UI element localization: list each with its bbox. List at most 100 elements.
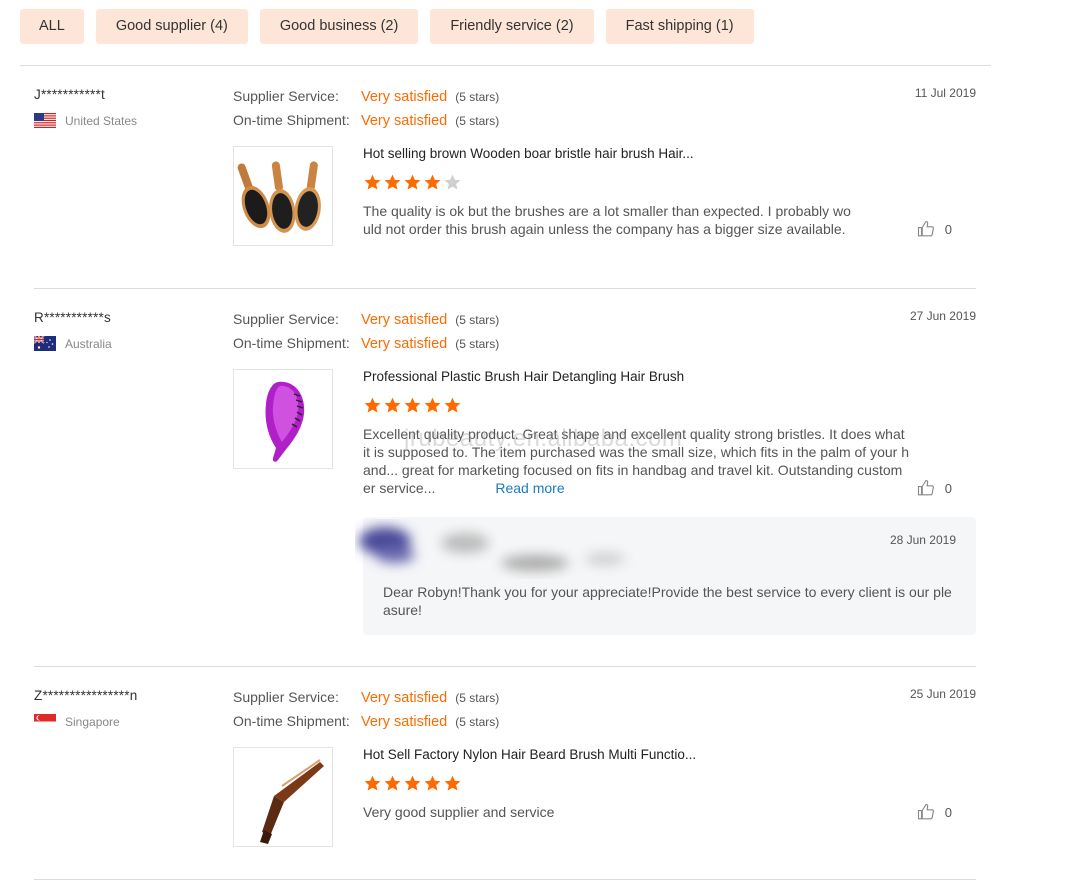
star-filled-icon — [404, 174, 421, 190]
review-text-line: and... great for marketing focused on fi… — [363, 462, 903, 478]
reviewer-name: J***********t — [34, 87, 105, 102]
blurred-supplier-avatar — [359, 527, 625, 571]
rating-value: Very satisfied — [361, 714, 448, 730]
review-text-line: Excellent quality product. Great shape a… — [363, 426, 905, 442]
product-title[interactable]: Hot Sell Factory Nylon Hair Beard Brush … — [363, 747, 696, 762]
rating-stars-text: (5 stars) — [455, 114, 500, 128]
rating-label: On-time Shipment: — [233, 112, 350, 128]
rating-stars-text: (5 stars) — [455, 313, 500, 327]
star-filled-icon — [424, 397, 441, 413]
product-thumbnail[interactable] — [233, 369, 333, 469]
star-filled-icon — [444, 775, 461, 791]
product-thumbnail[interactable] — [233, 747, 333, 847]
rating-label: On-time Shipment: — [233, 335, 350, 351]
review-date: 27 Jun 2019 — [909, 309, 976, 323]
rating-stars-text: (5 stars) — [455, 337, 500, 351]
rating-label: On-time Shipment: — [233, 713, 350, 729]
like-count: 0 — [944, 221, 952, 237]
review-date: 11 Jul 2019 — [914, 86, 976, 100]
read-more-link[interactable]: Read more — [495, 480, 564, 496]
star-filled-icon — [424, 775, 441, 791]
star-filled-icon — [384, 775, 401, 791]
thumbs-up-icon — [917, 803, 934, 820]
supplier-reply: 28 Jun 2019 Dear Robyn!Thank you for you… — [359, 517, 976, 635]
reviewer-country: Australia — [34, 336, 112, 351]
review-text: Very good supplier and service — [363, 803, 923, 821]
country-name: United States — [65, 113, 138, 128]
review-text: The quality is ok but the brushes are a … — [363, 202, 923, 238]
review-text: Excellent quality product. Great shape a… — [363, 425, 923, 497]
rating-value: Very satisfied — [361, 336, 448, 352]
filter-good-supplier[interactable]: Good supplier (4) — [95, 9, 248, 44]
reply-text-line: asure! — [383, 602, 422, 618]
rating-label: Supplier Service: — [233, 311, 339, 327]
product-rating-stars — [363, 173, 462, 192]
star-filled-icon — [444, 397, 461, 413]
reviewer-name: Z****************n — [34, 688, 138, 703]
reply-date: 28 Jun 2019 — [889, 533, 956, 547]
like-button[interactable]: 0 — [917, 220, 952, 238]
divider — [20, 65, 991, 66]
rating-label: Supplier Service: — [233, 88, 339, 104]
reviewer-name: R***********s — [34, 310, 111, 325]
filter-friendly-service[interactable]: Friendly service (2) — [430, 9, 594, 44]
like-count: 0 — [944, 804, 952, 820]
product-thumbnail[interactable] — [233, 146, 333, 246]
us-flag-icon — [34, 113, 56, 128]
product-rating-stars — [363, 774, 462, 793]
rating-value: Very satisfied — [361, 113, 448, 129]
product-title[interactable]: Professional Plastic Brush Hair Detangli… — [363, 369, 684, 384]
star-filled-icon — [404, 397, 421, 413]
country-name: Australia — [65, 336, 112, 351]
au-flag-icon — [34, 336, 56, 351]
review-item: Z****************n Singapore Supplier Se… — [34, 687, 976, 868]
supplier-service-rating: Supplier Service: Very satisfied (5 star… — [233, 311, 499, 328]
star-filled-icon — [384, 174, 401, 190]
rating-label: Supplier Service: — [233, 689, 339, 705]
star-empty-icon — [444, 174, 461, 190]
sg-flag-icon — [34, 714, 56, 729]
filter-good-business[interactable]: Good business (2) — [259, 9, 419, 44]
thumbs-up-icon — [917, 479, 934, 496]
divider — [34, 666, 976, 667]
divider — [34, 288, 976, 289]
reviewer-country: Singapore — [34, 714, 120, 729]
country-name: Singapore — [65, 714, 120, 729]
star-filled-icon — [364, 775, 381, 791]
rating-stars-text: (5 stars) — [455, 715, 500, 729]
filter-all[interactable]: ALL — [20, 9, 84, 44]
reviewer-country: United States — [34, 113, 137, 128]
star-filled-icon — [404, 775, 421, 791]
star-filled-icon — [364, 397, 381, 413]
wooden-brushes-image — [234, 147, 332, 245]
shipment-rating: On-time Shipment: Very satisfied (5 star… — [233, 713, 499, 730]
like-count: 0 — [944, 480, 952, 496]
review-date: 25 Jun 2019 — [909, 687, 976, 701]
rating-stars-text: (5 stars) — [455, 90, 500, 104]
supplier-service-rating: Supplier Service: Very satisfied (5 star… — [233, 88, 499, 105]
review-filter-tabs: ALL Good supplier (4) Good business (2) … — [20, 9, 754, 44]
review-text-line: The quality is ok but the brushes are a … — [363, 203, 851, 219]
purple-detangling-brush-image — [234, 370, 332, 468]
product-title[interactable]: Hot selling brown Wooden boar bristle ha… — [363, 146, 694, 161]
rating-value: Very satisfied — [361, 690, 448, 706]
rating-value: Very satisfied — [361, 89, 448, 105]
shipment-rating: On-time Shipment: Very satisfied (5 star… — [233, 112, 499, 129]
shipment-rating: On-time Shipment: Very satisfied (5 star… — [233, 335, 499, 352]
supplier-service-rating: Supplier Service: Very satisfied (5 star… — [233, 689, 499, 706]
like-button[interactable]: 0 — [917, 803, 952, 821]
like-button[interactable]: 0 — [917, 479, 952, 497]
reply-text-line: Dear Robyn!Thank you for your appreciate… — [383, 584, 952, 600]
star-filled-icon — [424, 174, 441, 190]
filter-fast-shipping[interactable]: Fast shipping (1) — [605, 9, 754, 44]
rating-value: Very satisfied — [361, 312, 448, 328]
rating-stars-text: (5 stars) — [455, 691, 500, 705]
review-text-line: it is supposed to. The item purchased wa… — [363, 444, 909, 460]
star-filled-icon — [364, 174, 381, 190]
thumbs-up-icon — [917, 220, 934, 237]
review-text-line: Very good supplier and service — [363, 804, 555, 820]
star-filled-icon — [384, 397, 401, 413]
review-item: R***********s Australia Supplier Service… — [34, 309, 976, 640]
review-text-line: er service... — [363, 480, 436, 496]
beard-brush-image — [234, 748, 332, 846]
